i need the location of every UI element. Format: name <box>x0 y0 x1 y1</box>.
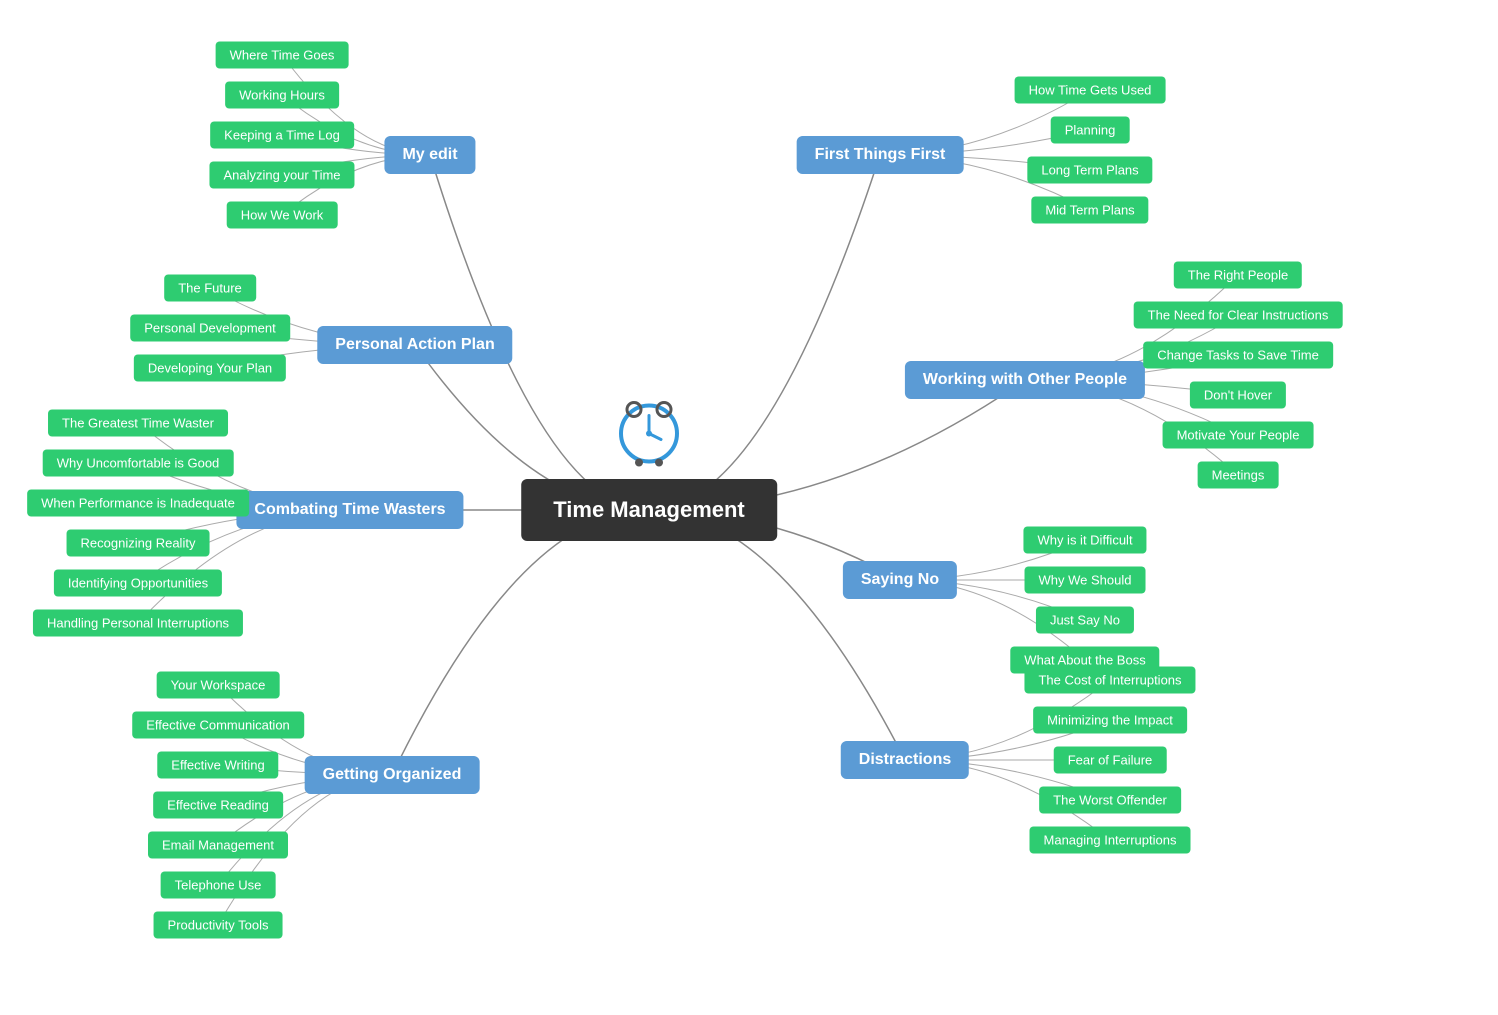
leaf-why-we-should[interactable]: Why We Should <box>1025 567 1146 594</box>
leaf-fear-of-failure[interactable]: Fear of Failure <box>1054 747 1167 774</box>
leaf-when-performance-is-inadequate[interactable]: When Performance is Inadequate <box>27 490 249 517</box>
leaf-meetings[interactable]: Meetings <box>1198 462 1279 489</box>
leaf-keeping-a-time-log[interactable]: Keeping a Time Log <box>210 122 354 149</box>
leaf-identifying-opportunities[interactable]: Identifying Opportunities <box>54 570 222 597</box>
branch-saying-no[interactable]: Saying No <box>843 561 957 599</box>
leaf-how-we-work[interactable]: How We Work <box>227 202 338 229</box>
leaf-mid-term-plans[interactable]: Mid Term Plans <box>1031 197 1148 224</box>
leaf-change-tasks-to-save-time[interactable]: Change Tasks to Save Time <box>1143 342 1333 369</box>
leaf-working-hours[interactable]: Working Hours <box>225 82 339 109</box>
center-node: Time Management <box>521 479 777 541</box>
leaf-managing-interruptions[interactable]: Managing Interruptions <box>1030 827 1191 854</box>
clock-icon <box>609 390 689 475</box>
leaf-productivity-tools[interactable]: Productivity Tools <box>154 912 283 939</box>
leaf-developing-your-plan[interactable]: Developing Your Plan <box>134 355 286 382</box>
leaf-effective-writing[interactable]: Effective Writing <box>157 752 278 779</box>
branch-getting-organized[interactable]: Getting Organized <box>305 756 480 794</box>
leaf-why-is-it-difficult[interactable]: Why is it Difficult <box>1023 527 1146 554</box>
leaf-the-right-people[interactable]: The Right People <box>1174 262 1302 289</box>
branch-distractions[interactable]: Distractions <box>841 741 969 779</box>
leaf-analyzing-your-time[interactable]: Analyzing your Time <box>209 162 354 189</box>
leaf-the-future[interactable]: The Future <box>164 275 256 302</box>
branch-my-edit[interactable]: My edit <box>384 136 475 174</box>
leaf-the-need-for-clear-instructions[interactable]: The Need for Clear Instructions <box>1134 302 1343 329</box>
leaf-just-say-no[interactable]: Just Say No <box>1036 607 1134 634</box>
leaf-telephone-use[interactable]: Telephone Use <box>161 872 276 899</box>
leaf-effective-communication[interactable]: Effective Communication <box>132 712 304 739</box>
leaf-the-cost-of-interruptions[interactable]: The Cost of Interruptions <box>1024 667 1195 694</box>
leaf-your-workspace[interactable]: Your Workspace <box>157 672 280 699</box>
leaf-planning[interactable]: Planning <box>1051 117 1130 144</box>
branch-combating-time-wasters[interactable]: Combating Time Wasters <box>236 491 463 529</box>
leaf-why-uncomfortable-is-good[interactable]: Why Uncomfortable is Good <box>43 450 234 477</box>
leaf-long-term-plans[interactable]: Long Term Plans <box>1027 157 1152 184</box>
leaf-where-time-goes[interactable]: Where Time Goes <box>216 42 349 69</box>
leaf-motivate-your-people[interactable]: Motivate Your People <box>1163 422 1314 449</box>
leaf-recognizing-reality[interactable]: Recognizing Reality <box>67 530 210 557</box>
leaf-personal-development[interactable]: Personal Development <box>130 315 290 342</box>
leaf-effective-reading[interactable]: Effective Reading <box>153 792 283 819</box>
leaf-the-worst-offender[interactable]: The Worst Offender <box>1039 787 1181 814</box>
leaf-don't-hover[interactable]: Don't Hover <box>1190 382 1286 409</box>
leaf-minimizing-the-impact[interactable]: Minimizing the Impact <box>1033 707 1187 734</box>
branch-personal-action-plan[interactable]: Personal Action Plan <box>317 326 512 364</box>
branch-working-with-other-people[interactable]: Working with Other People <box>905 361 1145 399</box>
leaf-how-time-gets-used[interactable]: How Time Gets Used <box>1015 77 1166 104</box>
leaf-email-management[interactable]: Email Management <box>148 832 288 859</box>
leaf-the-greatest-time-waster[interactable]: The Greatest Time Waster <box>48 410 228 437</box>
mindmap-container: Time Management My edit Where Time Goes Wo… <box>0 0 1498 1015</box>
branch-first-things-first[interactable]: First Things First <box>797 136 964 174</box>
center-label: Time Management <box>553 497 745 522</box>
leaf-handling-personal-interruptions[interactable]: Handling Personal Interruptions <box>33 610 243 637</box>
